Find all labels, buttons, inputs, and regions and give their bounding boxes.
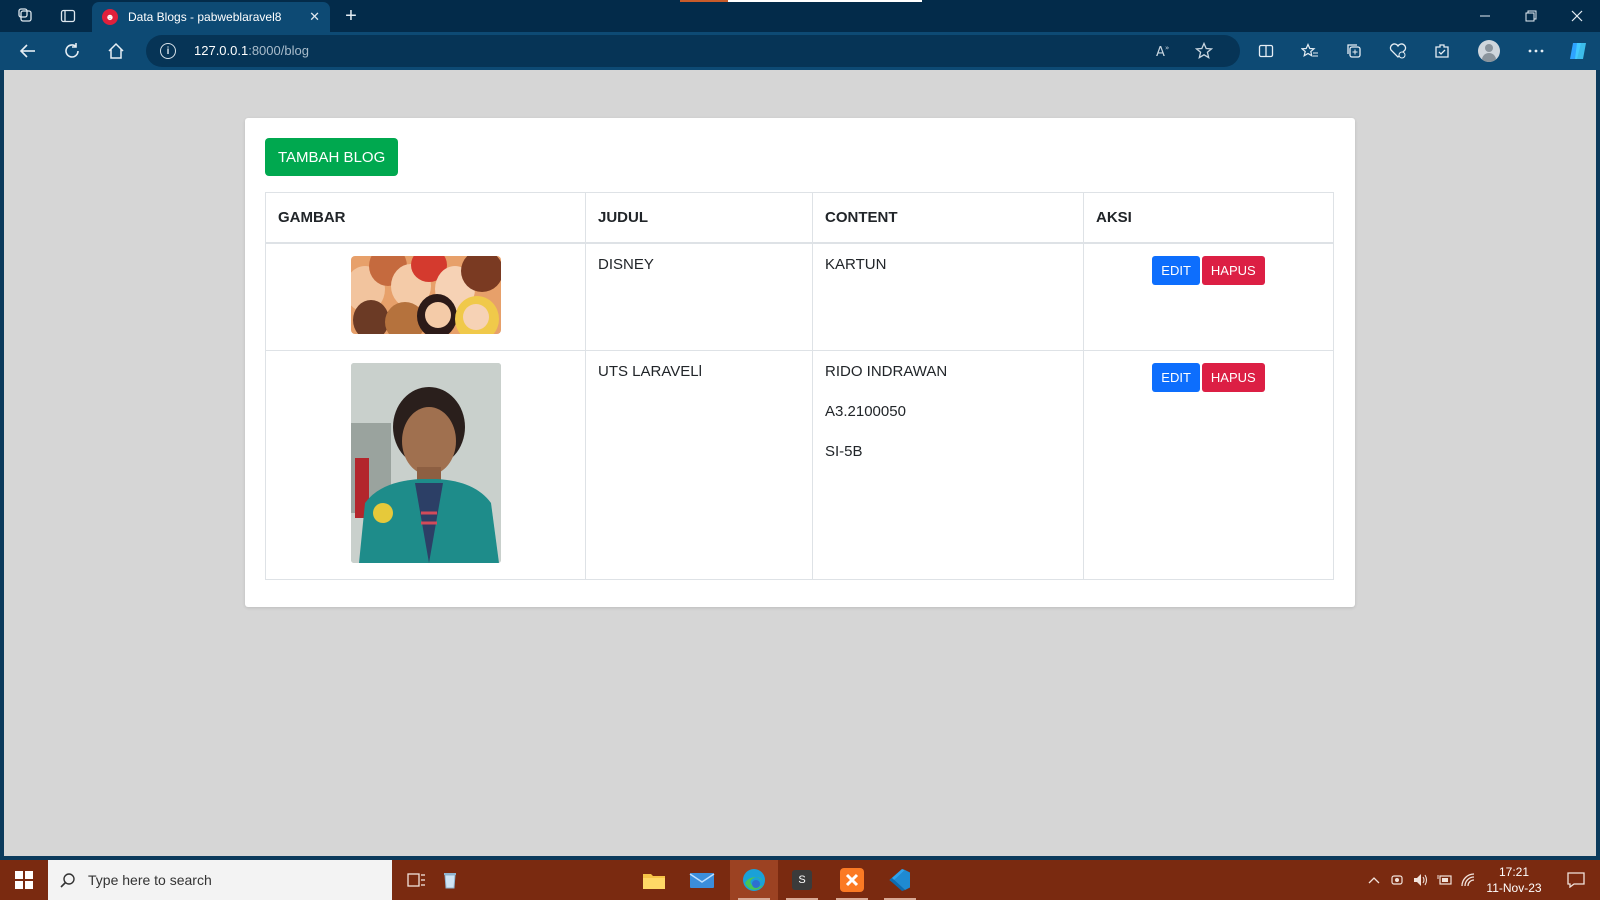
add-blog-button[interactable]: TAMBAH BLOG — [265, 138, 399, 176]
column-header-judul: JUDUL — [585, 192, 813, 244]
sublime-app-icon[interactable]: S — [778, 860, 826, 900]
file-explorer-icon[interactable] — [630, 860, 678, 900]
new-tab-button[interactable]: + — [336, 0, 366, 32]
blog-content-line: A3.2100050 — [825, 402, 906, 420]
close-tab-icon[interactable]: ✕ — [309, 9, 320, 25]
gambar-cell — [265, 242, 586, 351]
table-row: DISNEY KARTUN EDIT HAPUS — [265, 242, 1334, 351]
delete-button[interactable]: HAPUS — [1201, 362, 1265, 392]
judul-cell: DISNEY — [585, 242, 813, 351]
back-icon[interactable] — [12, 35, 44, 67]
judul-cell: UTS LARAVELl — [585, 349, 813, 580]
notifications-icon[interactable] — [1556, 860, 1596, 900]
gambar-cell — [265, 349, 586, 580]
tab-actions-icon[interactable] — [48, 0, 88, 32]
tab-title: Data Blogs - pabweblaravel8 — [128, 10, 282, 24]
collections-icon[interactable] — [1338, 35, 1370, 67]
aksi-cell: EDIT HAPUS — [1083, 349, 1334, 580]
site-info-icon[interactable]: i — [160, 43, 176, 59]
edit-button[interactable]: EDIT — [1152, 362, 1200, 392]
read-aloud-icon[interactable]: A» — [1152, 39, 1176, 63]
clock-date: 11-Nov-23 — [1486, 881, 1542, 895]
s-app-icon: S — [792, 870, 812, 890]
page-viewport: TAMBAH BLOG GAMBAR JUDUL CONTENT AKSI DI… — [4, 70, 1596, 856]
blog-content-line: RIDO INDRAWAN — [825, 362, 948, 380]
blog-table: GAMBAR JUDUL CONTENT AKSI DISNEY KARTUN … — [265, 192, 1334, 580]
copilot-icon[interactable] — [1562, 35, 1594, 67]
restore-icon[interactable] — [1508, 0, 1554, 32]
column-header-aksi: AKSI — [1083, 192, 1334, 244]
system-clock[interactable]: 17:21 11-Nov-23 — [1480, 864, 1548, 896]
clock-time: 17:21 — [1498, 865, 1530, 879]
profile-avatar[interactable] — [1473, 35, 1505, 67]
column-header-content: CONTENT — [812, 192, 1084, 244]
svg-text:A: A — [1156, 45, 1165, 59]
split-screen-icon[interactable] — [1250, 35, 1282, 67]
table-header-row: GAMBAR JUDUL CONTENT AKSI — [265, 192, 1334, 244]
browser-essentials-icon[interactable] — [1382, 35, 1414, 67]
xampp-logo-icon — [840, 868, 864, 892]
blog-content-line: SI-5B — [825, 442, 863, 460]
content-cell: KARTUN — [812, 242, 1084, 351]
edit-button[interactable]: EDIT — [1152, 255, 1200, 285]
tab-data-blogs[interactable]: ☻ Data Blogs - pabweblaravel8 ✕ — [92, 2, 330, 32]
minimize-icon[interactable] — [1462, 0, 1508, 32]
svg-text:»: » — [1165, 44, 1169, 52]
delete-button[interactable]: HAPUS — [1201, 255, 1265, 285]
refresh-icon[interactable] — [56, 35, 88, 67]
blog-image-person — [350, 362, 501, 563]
show-hidden-icons-icon[interactable] — [1364, 860, 1384, 900]
start-windows-icon[interactable] — [0, 860, 48, 900]
browser-titlebar: ☻ Data Blogs - pabweblaravel8 ✕ + — [0, 0, 1600, 32]
taskbar-search-box[interactable]: Type here to search — [48, 860, 392, 900]
blog-title: UTS LARAVELl — [598, 362, 702, 380]
windows-taskbar: Type here to search S 17:21 11-Nov-23 — [0, 860, 1600, 900]
table-row: UTS LARAVELl RIDO INDRAWAN A3.2100050 SI… — [265, 349, 1334, 580]
extensions-icon[interactable] — [1426, 35, 1458, 67]
recycle-bin-icon[interactable] — [428, 860, 472, 900]
edge-browser-icon[interactable] — [730, 860, 778, 900]
blog-image-disney — [350, 255, 501, 334]
site-favicon-icon: ☻ — [102, 9, 118, 25]
workspaces-icon[interactable] — [6, 0, 46, 32]
search-placeholder: Type here to search — [88, 872, 212, 888]
favorite-star-icon[interactable] — [1192, 39, 1216, 63]
avatar — [1478, 40, 1500, 62]
favorites-icon[interactable] — [1294, 35, 1326, 67]
battery-icon[interactable] — [1434, 860, 1456, 900]
home-icon[interactable] — [100, 35, 132, 67]
xampp-icon[interactable] — [828, 860, 876, 900]
content-cell: RIDO INDRAWAN A3.2100050 SI-5B — [812, 349, 1084, 580]
mail-icon[interactable] — [678, 860, 726, 900]
search-icon — [60, 873, 75, 888]
address-bar[interactable]: i 127.0.0.1:8000/blog A» — [146, 35, 1240, 67]
meet-now-icon[interactable] — [1386, 860, 1408, 900]
blog-title: DISNEY — [598, 255, 654, 273]
loading-indicator — [680, 0, 728, 2]
wifi-icon[interactable] — [1458, 860, 1480, 900]
column-header-gambar: GAMBAR — [265, 192, 586, 244]
blog-card: TAMBAH BLOG GAMBAR JUDUL CONTENT AKSI DI… — [245, 118, 1355, 607]
blog-content-line: KARTUN — [825, 255, 887, 273]
volume-icon[interactable] — [1410, 860, 1432, 900]
url-text[interactable]: 127.0.0.1:8000/blog — [194, 43, 309, 58]
more-options-icon[interactable] — [1520, 35, 1552, 67]
loading-indicator-track — [728, 0, 922, 2]
close-window-icon[interactable] — [1554, 0, 1600, 32]
aksi-cell: EDIT HAPUS — [1083, 242, 1334, 351]
browser-toolbar: i 127.0.0.1:8000/blog A» — [0, 32, 1600, 70]
vscode-icon[interactable] — [876, 860, 924, 900]
